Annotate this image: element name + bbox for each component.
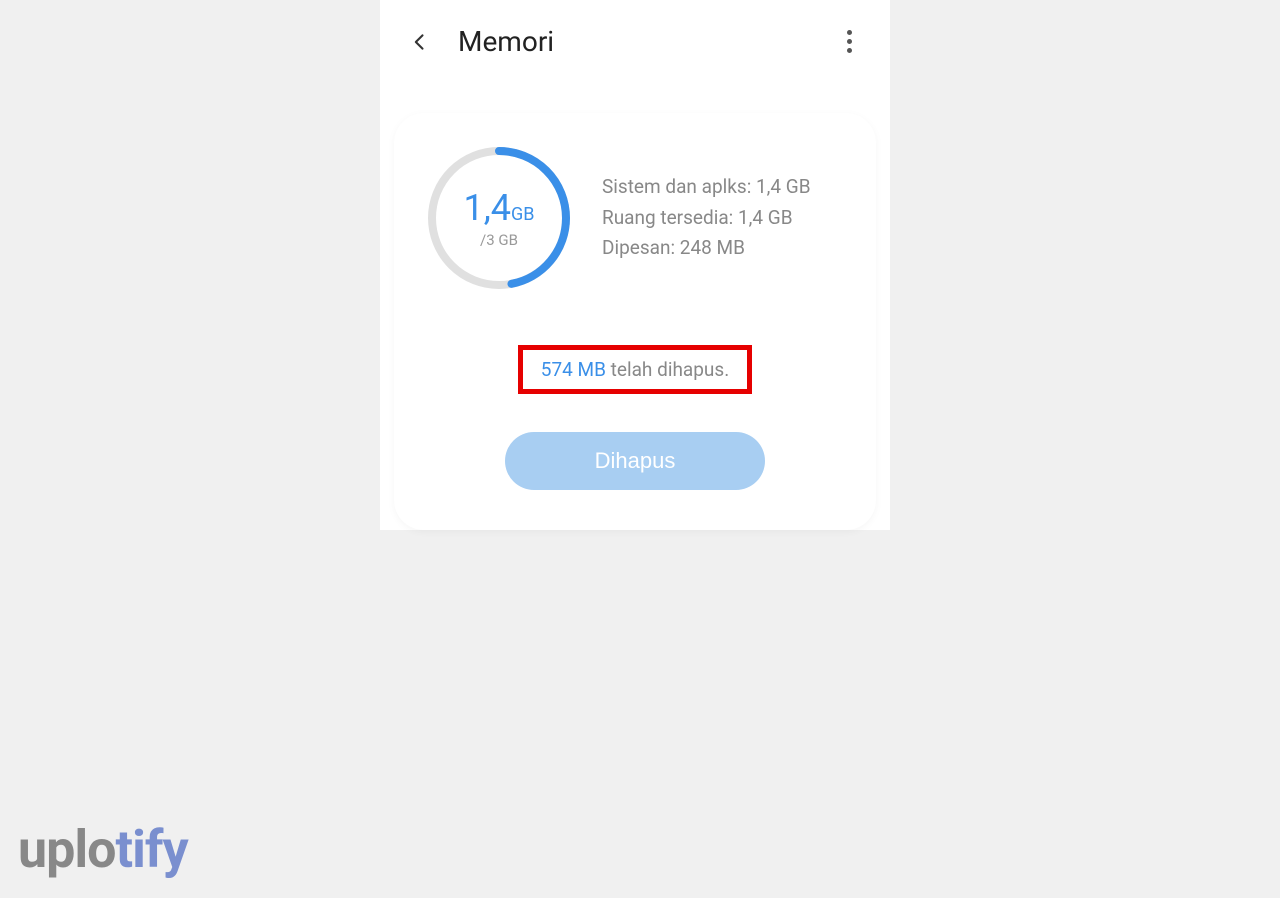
back-icon[interactable] (410, 32, 430, 52)
watermark-part2: tify (116, 819, 188, 880)
stat-available: Ruang tersedia: 1,4 GB (602, 203, 846, 233)
highlight-box: 574 MB telah dihapus. (518, 345, 752, 394)
more-icon[interactable] (839, 22, 860, 61)
status-message: 574 MB telah dihapus. (424, 345, 846, 394)
cleared-amount: 574 MB (541, 358, 606, 381)
watermark-part1: uplo (18, 819, 116, 880)
header: Memori (380, 0, 890, 83)
stat-system: Sistem dan aplks: 1,4 GB (602, 172, 846, 202)
ring-text: 1,4GB /3 GB (463, 187, 534, 249)
ring-value: 1,4 (463, 187, 511, 229)
ring-unit: GB (511, 204, 534, 225)
stats-row: 1,4GB /3 GB Sistem dan aplks: 1,4 GB Rua… (424, 143, 846, 293)
usage-ring: 1,4GB /3 GB (424, 143, 574, 293)
cleared-text: telah dihapus. (606, 358, 729, 381)
clear-button[interactable]: Dihapus (505, 432, 766, 490)
header-left: Memori (410, 25, 554, 58)
ring-total: /3 GB (463, 231, 534, 249)
watermark: uplotify (18, 819, 188, 880)
stats-text: Sistem dan aplks: 1,4 GB Ruang tersedia:… (602, 172, 846, 263)
stat-reserved: Dipesan: 248 MB (602, 233, 846, 263)
page-title: Memori (458, 25, 554, 58)
memory-screen: Memori 1,4GB /3 GB Si (380, 0, 890, 530)
memory-card: 1,4GB /3 GB Sistem dan aplks: 1,4 GB Rua… (394, 113, 876, 530)
